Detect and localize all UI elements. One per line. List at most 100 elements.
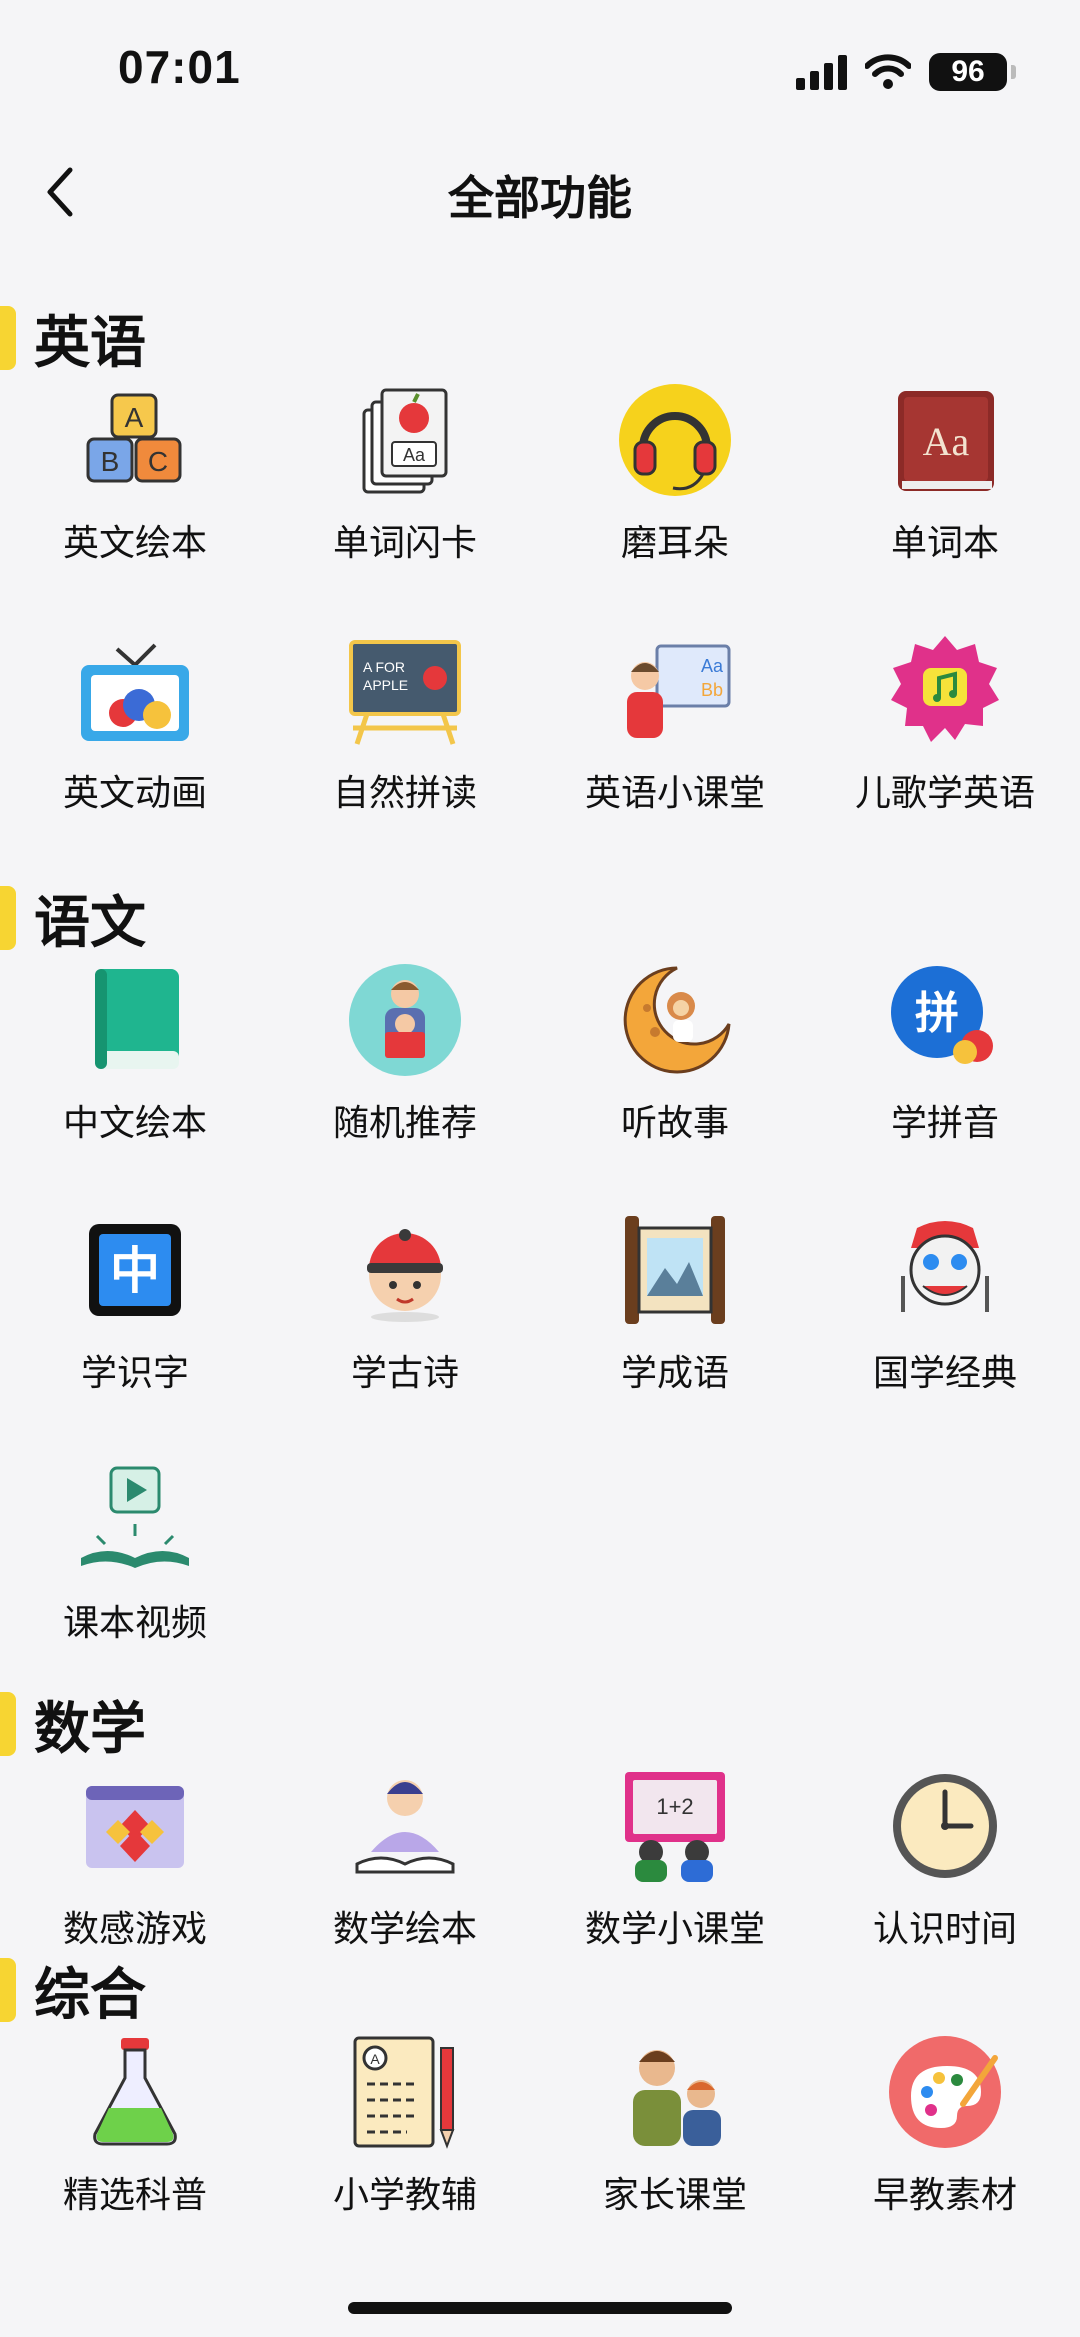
- feature-primary-tutoring[interactable]: A 小学教辅: [270, 2032, 540, 2282]
- svg-text:A: A: [370, 2051, 380, 2067]
- section-grid: 精选科普 A 小学教辅 家长课堂 早教素材: [0, 2032, 1080, 2282]
- status-bar: 07:01 96: [0, 0, 1080, 140]
- svg-text:Bb: Bb: [701, 680, 723, 700]
- feature-learn-pinyin[interactable]: 拼 学拼音: [810, 960, 1080, 1210]
- feature-label: 磨耳朵: [620, 523, 729, 564]
- feature-label: 英文绘本: [62, 523, 207, 564]
- feature-label: 随机推荐: [332, 1103, 477, 1144]
- svg-text:Aa: Aa: [923, 419, 970, 464]
- cellular-signal-icon: [796, 54, 847, 90]
- parent-child-reading-icon: [345, 960, 465, 1080]
- nav-bar: 全部功能: [0, 140, 1080, 240]
- section-general: 综合 精选科普 A 小学教辅 家长课堂 早教素材: [0, 1932, 1080, 2282]
- flashcards-icon: Aa: [345, 380, 465, 500]
- feature-english-classroom[interactable]: Aa Bb 英语小课堂: [540, 630, 810, 880]
- feature-learn-characters[interactable]: 中 学识字: [0, 1210, 270, 1460]
- section-chinese: 语文 中文绘本 随机推荐 听故事 拼 学拼音 中 学识字 学古诗 学成语 国学经…: [0, 860, 1080, 1710]
- status-time: 07:01: [118, 41, 241, 93]
- feature-phonics[interactable]: A FOR APPLE 自然拼读: [270, 630, 540, 880]
- teacher-board-icon: Aa Bb: [615, 630, 735, 750]
- section-accent-bar: [0, 306, 16, 370]
- home-indicator[interactable]: [348, 2302, 732, 2314]
- feature-label: 早教素材: [872, 2175, 1017, 2216]
- lion-dance-icon: [885, 1210, 1005, 1330]
- feature-ear-training[interactable]: 磨耳朵: [540, 380, 810, 630]
- battery-indicator: 96: [929, 53, 1007, 91]
- svg-text:Aa: Aa: [403, 445, 426, 465]
- feature-label: 精选科普: [62, 2175, 207, 2216]
- feature-label: 儿歌学英语: [854, 773, 1035, 814]
- feature-label: 中文绘本: [62, 1103, 207, 1144]
- svg-text:C: C: [148, 446, 168, 477]
- battery-cap: [1011, 65, 1016, 79]
- wifi-icon: [865, 54, 911, 89]
- svg-text:A: A: [125, 402, 144, 433]
- feature-chinese-classics[interactable]: 国学经典: [810, 1210, 1080, 1460]
- feature-nursery-rhymes[interactable]: 儿歌学英语: [810, 630, 1080, 880]
- section-grid: 中文绘本 随机推荐 听故事 拼 学拼音 中 学识字 学古诗 学成语 国学经典 课…: [0, 960, 1080, 1710]
- feature-chinese-picture-books[interactable]: 中文绘本: [0, 960, 270, 1210]
- feature-label: 学成语: [620, 1353, 729, 1394]
- svg-text:B: B: [101, 446, 120, 477]
- feature-popular-science[interactable]: 精选科普: [0, 2032, 270, 2282]
- section-header: 数学: [0, 1666, 1080, 1766]
- section-accent-bar: [0, 1692, 16, 1756]
- pinyin-bubble-icon: 拼: [885, 960, 1005, 1080]
- parent-kid-icon: [615, 2032, 735, 2152]
- section-title: 英语: [34, 311, 146, 376]
- chinese-character-icon: 中: [75, 1210, 195, 1330]
- flask-icon: [75, 2032, 195, 2152]
- feature-label: 单词本: [890, 523, 999, 564]
- palette-icon: [885, 2032, 1005, 2152]
- scroll-painting-icon: [615, 1210, 735, 1330]
- feature-label: 课本视频: [62, 1603, 207, 1644]
- music-badge-icon: [885, 630, 1005, 750]
- feature-word-flashcards[interactable]: Aa 单词闪卡: [270, 380, 540, 630]
- boy-cap-icon: [345, 1210, 465, 1330]
- tv-icon: [75, 630, 195, 750]
- page-title: 全部功能: [448, 171, 632, 225]
- svg-text:Aa: Aa: [701, 656, 724, 676]
- feature-english-picture-books[interactable]: A B C 英文绘本: [0, 380, 270, 630]
- section-grid: A B C 英文绘本 Aa 单词闪卡 磨耳朵 Aa 单词本 英文动画 A FOR…: [0, 380, 1080, 880]
- svg-text:中: 中: [110, 1242, 160, 1300]
- dictionary-icon: Aa: [885, 380, 1005, 500]
- green-book-icon: [75, 960, 195, 1080]
- svg-text:1+2: 1+2: [656, 1794, 693, 1819]
- feature-vocabulary-book[interactable]: Aa 单词本: [810, 380, 1080, 630]
- feature-label: 国学经典: [872, 1353, 1017, 1394]
- feature-label: 英语小课堂: [584, 773, 765, 814]
- section-header: 综合: [0, 1932, 1080, 2032]
- worksheet-icon: A: [345, 2032, 465, 2152]
- section-title: 综合: [34, 1963, 146, 2028]
- abc-blocks-icon: A B C: [75, 380, 195, 500]
- section-english: 英语 A B C 英文绘本 Aa 单词闪卡 磨耳朵 Aa 单词本 英文动画 A …: [0, 280, 1080, 880]
- math-class-icon: 1+2: [615, 1766, 735, 1886]
- section-accent-bar: [0, 886, 16, 950]
- feature-ancient-poems[interactable]: 学古诗: [270, 1210, 540, 1460]
- easel-board-icon: A FOR APPLE: [345, 630, 465, 750]
- feature-list: 英语 A B C 英文绘本 Aa 单词闪卡 磨耳朵 Aa 单词本 英文动画 A …: [0, 280, 1080, 2282]
- section-accent-bar: [0, 1958, 16, 2022]
- book-video-icon: [75, 1460, 195, 1580]
- reading-child-icon: [345, 1766, 465, 1886]
- battery-level: 96: [951, 55, 985, 88]
- moon-monkey-icon: [615, 960, 735, 1080]
- feature-label: 小学教辅: [332, 2175, 477, 2216]
- feature-random-recommend[interactable]: 随机推荐: [270, 960, 540, 1210]
- feature-idioms[interactable]: 学成语: [540, 1210, 810, 1460]
- feature-label: 学古诗: [350, 1353, 459, 1394]
- feature-label: 学识字: [80, 1353, 189, 1394]
- feature-early-education-materials[interactable]: 早教素材: [810, 2032, 1080, 2282]
- svg-text:A FOR: A FOR: [363, 659, 405, 675]
- feature-label: 家长课堂: [602, 2175, 747, 2216]
- svg-text:APPLE: APPLE: [363, 677, 408, 693]
- feature-label: 英文动画: [62, 773, 207, 814]
- headphones-icon: [615, 380, 735, 500]
- section-header: 英语: [0, 280, 1080, 380]
- feature-label: 学拼音: [890, 1103, 999, 1144]
- feature-parent-classroom[interactable]: 家长课堂: [540, 2032, 810, 2282]
- feature-listen-stories[interactable]: 听故事: [540, 960, 810, 1210]
- feature-label: 单词闪卡: [332, 523, 477, 564]
- feature-english-cartoons[interactable]: 英文动画: [0, 630, 270, 880]
